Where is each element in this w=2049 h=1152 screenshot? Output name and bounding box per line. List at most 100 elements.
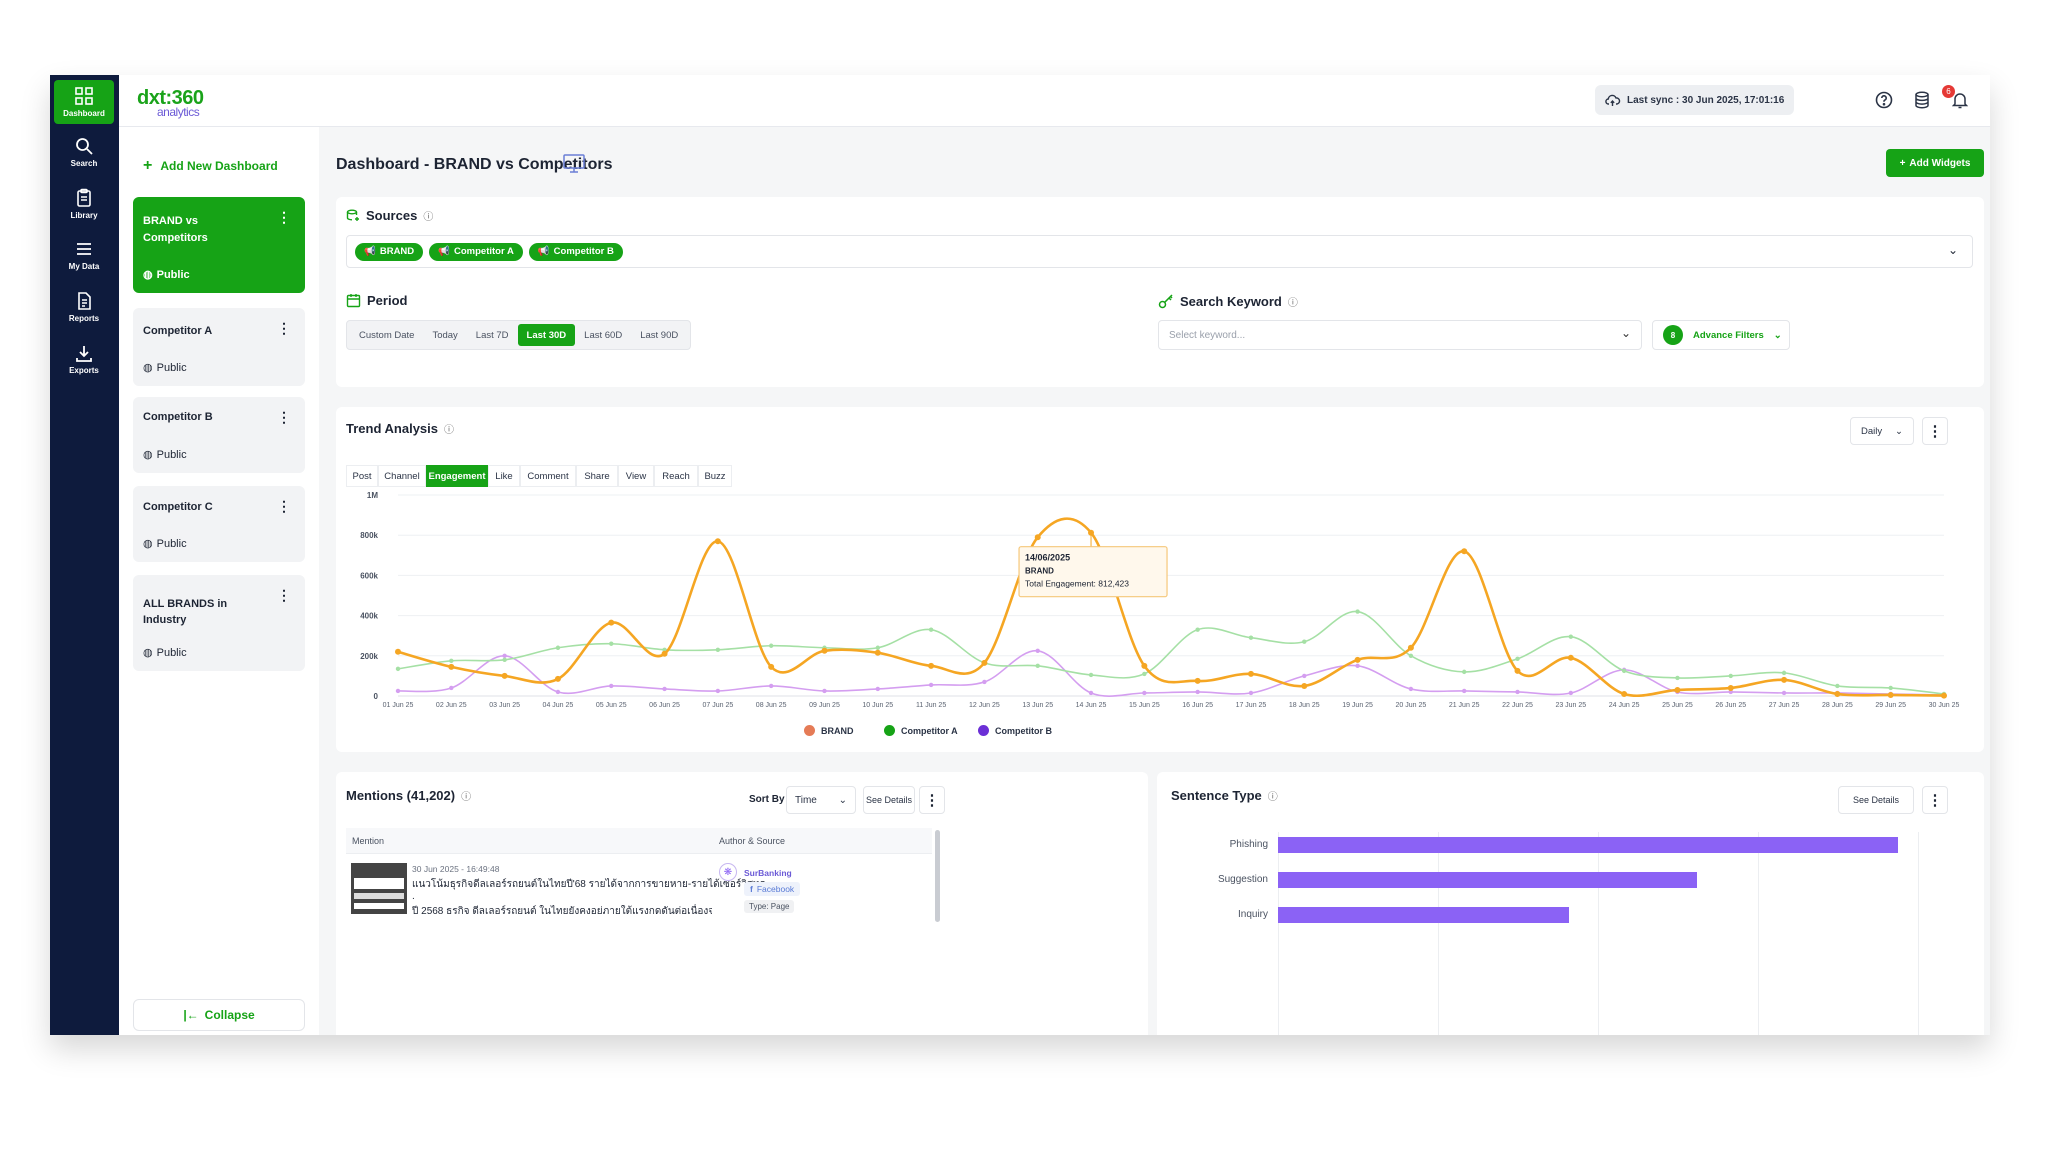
author-avatar[interactable]: ❋ [719,863,737,881]
help-icon [1875,91,1893,109]
monitor-icon[interactable] [563,154,585,174]
plus-icon: + [1899,157,1906,169]
source-chip-competitor-b[interactable]: 📢 Competitor B [528,242,623,261]
chevron-down-icon: ⌄ [1620,326,1631,340]
visibility-label: Public [156,268,190,281]
calendar-icon [346,294,361,308]
bar-inquiry[interactable] [1278,907,1570,923]
data-point-brand [1834,690,1841,697]
data-point-competitor-a [1142,671,1147,677]
sentence-type-card: Sentence Type ⓘ See Details ⋮ Phishing S… [1157,772,1984,1035]
mention-thumbnail[interactable] [351,863,407,914]
legend-competitor-b[interactable]: Competitor B [978,725,1052,736]
dashboard-item-competitor-b[interactable]: Competitor B ⋮ ◍ Public [133,397,305,473]
data-point-competitor-b [822,688,827,694]
y-tick-label: 0 [374,692,379,701]
sources-label: Sources [366,208,418,223]
rail-library[interactable]: Library [54,182,114,226]
sentence-see-details-button[interactable]: See Details [1838,786,1914,814]
rail-my-data[interactable]: My Data [54,233,114,277]
advance-filters-button[interactable]: 8 Advance Filters ⌄ [1652,320,1790,350]
add-widgets-button[interactable]: + Add Widgets [1886,149,1984,177]
logo[interactable]: dxt:360 analytics [137,87,204,119]
keyword-label: Search Keyword [1180,293,1282,309]
mentions-menu-button[interactable]: ⋮ [919,786,945,814]
dashboard-item-competitor-c[interactable]: Competitor C ⋮ ◍ Public [133,486,305,562]
collapse-button[interactable]: |← Collapse [133,999,305,1031]
list-icon [77,243,91,255]
trend-menu-button[interactable]: ⋮ [1922,417,1948,445]
interval-select[interactable]: Daily ⌄ [1850,417,1914,445]
source-name: Facebook [756,884,795,894]
y-tick-label: 400k [360,612,378,621]
bar-suggestion[interactable] [1278,872,1697,888]
source-chip-brand[interactable]: 📢 BRAND [355,242,424,261]
mentions-see-details-button[interactable]: See Details [863,786,915,814]
dashboard-item-all-brands[interactable]: ALL BRANDS in Industry ⋮ ◍ Public [133,575,305,671]
collapse-icon: |← [183,1008,199,1022]
data-point-competitor-a [1728,673,1733,679]
megaphone-icon: 📢 [438,246,450,257]
rail-exports[interactable]: Exports [54,337,114,381]
dashboard-menu-icon[interactable]: ⋮ [277,587,291,604]
period-last-90d[interactable]: Last 90D [631,324,687,346]
rail-label: Search [70,159,98,168]
mention-row[interactable]: 30 Jun 2025 - 16:49:48 แนวโน้มธุรกิจดีลเ… [346,854,932,914]
data-point-competitor-a [1781,670,1787,676]
keyword-select[interactable]: Select keyword... ⌄ [1158,320,1642,350]
source-chip-competitor-a[interactable]: 📢 Competitor A [429,242,523,261]
data-point-brand [661,650,668,657]
sentence-menu-button[interactable]: ⋮ [1922,786,1948,814]
period-last-7d[interactable]: Last 7D [467,324,518,346]
data-point-brand [1941,692,1947,699]
author-name[interactable]: SurBanking [744,868,792,878]
grid-line [1438,832,1439,1035]
sort-select[interactable]: Time ⌄ [786,786,856,814]
rail-dashboard[interactable]: Dashboard [54,80,114,124]
mention-date: 30 Jun 2025 - 16:49:48 [412,864,500,874]
data-point-competitor-b [1248,690,1254,696]
download-icon [76,346,92,362]
dashboard-item-brand-vs-competitors[interactable]: BRAND vs Competitors ⋮ ◍ Public [133,197,305,293]
period-last-60d[interactable]: Last 60D [575,324,631,346]
data-point-competitor-b [1355,663,1360,669]
dashboard-menu-icon[interactable]: ⋮ [277,409,291,426]
chevron-down-icon[interactable]: ⌄ [1948,243,1958,257]
kebab-icon: ⋮ [1927,792,1943,809]
mentions-scrollbar[interactable] [935,830,940,922]
data-point-competitor-a [1355,609,1360,614]
data-point-brand [608,619,615,626]
add-dashboard-button[interactable]: + Add New Dashboard [143,157,278,175]
globe-icon: ◍ [143,449,153,461]
visibility-label: Public [156,448,187,461]
rail-reports[interactable]: Reports [54,285,114,329]
data-point-competitor-a [502,657,507,663]
rail-search[interactable]: Search [54,130,114,174]
sources-select[interactable]: 📢 BRAND 📢 Competitor A 📢 Competitor B ⌄ [346,235,1973,268]
period-today[interactable]: Today [423,324,466,346]
period-custom-date[interactable]: Custom Date [350,324,423,346]
period-label: Period [367,293,408,308]
data-point-competitor-b [1515,689,1520,695]
bar-phishing[interactable] [1278,837,1898,853]
dashboard-item-competitor-a[interactable]: Competitor A ⋮ ◍ Public [133,308,305,386]
chip-label: Competitor B [553,246,614,257]
dashboard-menu-icon[interactable]: ⋮ [277,320,291,337]
legend-competitor-a[interactable]: Competitor A [884,725,958,736]
dashboard-menu-icon[interactable]: ⋮ [277,498,291,515]
data-point-brand [395,648,401,655]
chevron-down-icon: ⌄ [1773,329,1782,341]
x-tick-label: 02 Jun 25 [436,702,467,709]
database-button[interactable] [1911,89,1933,111]
data-point-competitor-b [449,685,454,691]
data-point-competitor-b [875,686,880,692]
dashboard-menu-icon[interactable]: ⋮ [277,209,291,226]
period-last-30d[interactable]: Last 30D [517,324,576,346]
legend-brand[interactable]: BRAND [804,725,854,736]
trend-line-chart: 0 200k 400k 600k 800k 1M 01 Jun 25 02 Jun 25 03 … [360,491,1959,709]
help-button[interactable] [1873,89,1895,111]
data-point-competitor-b [1408,686,1414,692]
sync-text: Last sync : 30 Jun 2025, 17:01:16 [1627,94,1785,106]
apps-button[interactable] [1989,89,1990,111]
legend-label: BRAND [821,725,854,736]
